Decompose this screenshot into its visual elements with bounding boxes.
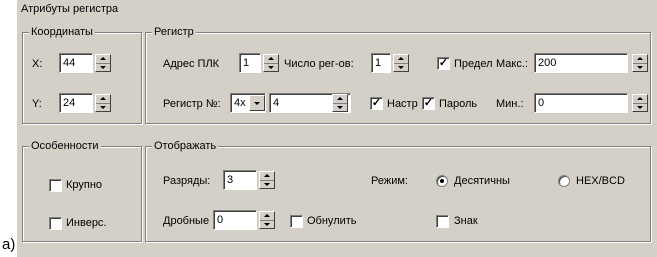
limit-label: Предел <box>454 58 493 70</box>
register-group: Регистр Адрес ПЛК 1 Число рег-ов: 1 ✓ Пр… <box>145 26 651 124</box>
large-checkbox[interactable] <box>49 179 62 192</box>
register-count-label: Число рег-ов: <box>284 58 354 70</box>
decimal-radio[interactable] <box>436 175 448 187</box>
fraction-spinner[interactable] <box>259 211 275 229</box>
plc-address-spinner[interactable] <box>263 54 279 72</box>
x-label: X: <box>32 58 43 70</box>
max-spinner[interactable] <box>632 54 648 72</box>
spin-down-icon[interactable] <box>633 64 647 72</box>
min-spinner[interactable] <box>632 94 648 112</box>
spin-up-icon[interactable] <box>260 172 274 181</box>
spin-down-icon[interactable] <box>260 181 274 189</box>
min-input[interactable]: 0 <box>534 93 628 113</box>
selected-dot-icon <box>440 179 444 183</box>
y-spinner[interactable] <box>95 94 111 112</box>
limit-checkbox[interactable]: ✓ <box>437 57 450 70</box>
spin-down-icon[interactable] <box>264 64 278 72</box>
x-input[interactable]: 44 <box>59 53 93 73</box>
register-group-title: Регистр <box>152 26 196 38</box>
invert-checkbox[interactable] <box>49 217 62 230</box>
large-label: Крупно <box>66 179 103 191</box>
zero-checkbox[interactable] <box>290 215 303 228</box>
digits-spinner[interactable] <box>259 171 275 189</box>
fraction-input[interactable]: 0 <box>213 210 257 230</box>
zero-label: Обнулить <box>307 215 357 227</box>
coordinates-group: Координаты X: 44 Y: 24 <box>22 26 142 124</box>
max-input[interactable]: 200 <box>534 53 628 73</box>
register-attributes-panel: Атрибуты регистра Координаты X: 44 Y: 24… <box>17 0 657 257</box>
spin-down-icon[interactable] <box>96 64 110 72</box>
spin-down-icon[interactable] <box>394 64 408 72</box>
features-group: Особенности Крупно Инверс. <box>22 140 142 242</box>
password-label: Пароль <box>439 98 478 110</box>
password-checkbox[interactable]: ✓ <box>422 97 435 110</box>
hex-radio[interactable] <box>558 175 570 187</box>
max-label: Макс.: <box>496 58 528 70</box>
spin-up-icon[interactable] <box>633 55 647 64</box>
register-number-spinner[interactable] <box>332 94 348 112</box>
spin-down-icon[interactable] <box>633 104 647 112</box>
register-count-input[interactable]: 1 <box>371 53 391 73</box>
hex-label: HEX/BCD <box>576 175 625 187</box>
fraction-label: Дробные <box>163 215 210 227</box>
plc-address-label: Адрес ПЛК <box>163 58 220 70</box>
display-group: Отображать Разряды: 3 Режим: Десятичны H… <box>145 140 651 242</box>
spin-up-icon[interactable] <box>394 55 408 64</box>
invert-label: Инверс. <box>66 217 107 229</box>
setup-label: Настр <box>387 98 418 110</box>
min-label: Мин.: <box>496 98 524 110</box>
spin-down-icon[interactable] <box>260 221 274 229</box>
digits-input[interactable]: 3 <box>223 170 257 190</box>
register-number-label: Регистр №: <box>163 98 221 110</box>
display-group-title: Отображать <box>152 140 219 152</box>
spin-up-icon[interactable] <box>96 55 110 64</box>
check-icon: ✓ <box>423 97 434 109</box>
spin-up-icon[interactable] <box>96 95 110 104</box>
spin-up-icon[interactable] <box>333 95 347 104</box>
spin-down-icon[interactable] <box>333 104 347 112</box>
setup-checkbox[interactable]: ✓ <box>370 97 383 110</box>
panel-title: Атрибуты регистра <box>21 3 119 15</box>
spin-up-icon[interactable] <box>264 55 278 64</box>
plc-address-input[interactable]: 1 <box>239 53 261 73</box>
spin-down-icon[interactable] <box>96 104 110 112</box>
features-group-title: Особенности <box>29 140 101 152</box>
figure-caption: a) <box>2 236 16 253</box>
register-count-spinner[interactable] <box>393 54 409 72</box>
chevron-down-icon[interactable] <box>249 95 265 111</box>
decimal-label: Десятичны <box>454 175 510 187</box>
mode-label: Режим: <box>371 175 408 187</box>
x-spinner[interactable] <box>95 54 111 72</box>
check-icon: ✓ <box>371 97 382 109</box>
check-icon: ✓ <box>438 57 449 69</box>
sign-checkbox[interactable] <box>436 215 449 228</box>
spin-up-icon[interactable] <box>633 95 647 104</box>
digits-label: Разряды: <box>163 175 211 187</box>
coordinates-group-title: Координаты <box>29 26 95 38</box>
y-label: Y: <box>32 98 42 110</box>
y-input[interactable]: 24 <box>59 93 93 113</box>
sign-label: Знак <box>454 215 478 227</box>
spin-up-icon[interactable] <box>260 212 274 221</box>
